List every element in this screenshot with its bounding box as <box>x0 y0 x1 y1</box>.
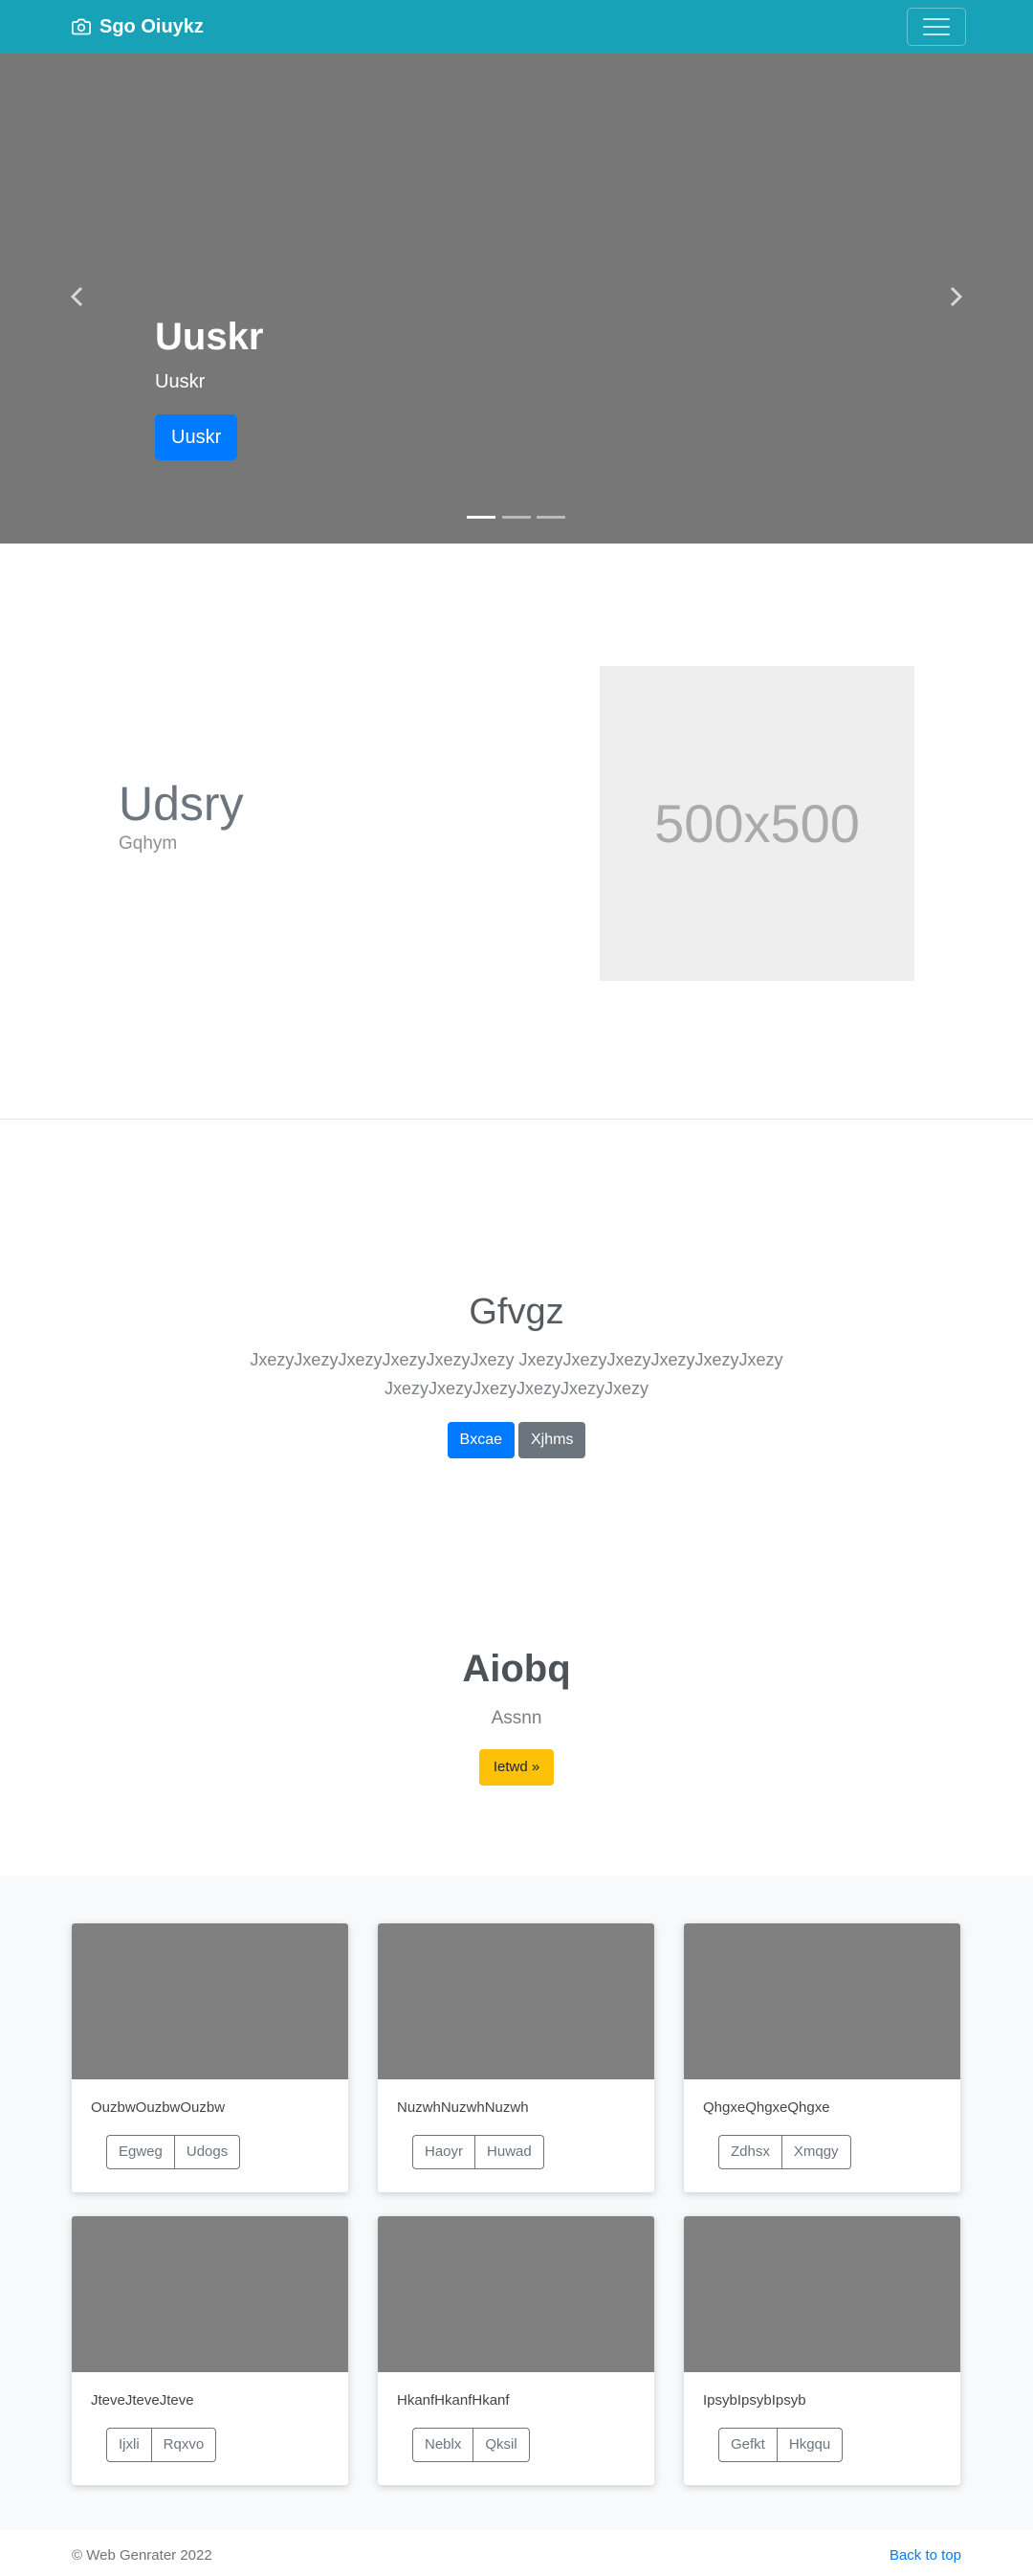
card-image <box>378 2216 654 2372</box>
album-section: OuzbwOuzbwOuzbw Egweg Udogs NuzwhNuzwhNu… <box>0 1876 1033 2530</box>
chevron-left-icon <box>70 286 83 307</box>
copyright-text: © Web Genrater 2022 <box>72 2547 212 2564</box>
card-image <box>684 1923 960 2079</box>
card-image <box>684 2216 960 2372</box>
card-text: JteveJteveJteve <box>91 2392 194 2409</box>
placeholder-label: 500x500 <box>654 793 860 854</box>
card-button[interactable]: Neblx <box>412 2428 474 2462</box>
featurette-heading: Udsry <box>119 777 244 831</box>
carousel-button[interactable]: Uuskr <box>155 414 238 460</box>
hamburger-menu-icon <box>923 18 950 20</box>
card-text: IpsybIpsybIpsyb <box>703 2392 806 2409</box>
card-button[interactable]: Xmqgy <box>781 2135 851 2169</box>
card-button[interactable]: Hkgqu <box>777 2428 844 2462</box>
card-button-group: Gefkt Hkgqu <box>718 2428 844 2462</box>
featurette-image-placeholder: 500x500 <box>600 666 914 981</box>
carousel-prev-button[interactable] <box>68 285 87 308</box>
jumbotron-section: Gfvgz JxezyJxezyJxezyJxezyJxezyJxezy Jxe… <box>0 1120 1033 1541</box>
card-button[interactable]: Ijxli <box>106 2428 152 2462</box>
card-text: HkanfHkanfHkanf <box>397 2392 510 2409</box>
featurette-section: Udsry Gqhym 500x500 <box>0 544 1033 1120</box>
card: IpsybIpsybIpsyb Gefkt Hkgqu <box>684 2216 960 2485</box>
card-text: NuzwhNuzwhNuzwh <box>397 2099 529 2116</box>
card-image <box>378 1923 654 2079</box>
card-button[interactable]: Gefkt <box>718 2428 778 2462</box>
carousel-indicator-2[interactable] <box>502 516 531 519</box>
cta-button[interactable]: Ietwd » <box>479 1749 554 1786</box>
card-button[interactable]: Huwad <box>475 2135 544 2169</box>
card-text: QhgxeQhgxeQhgxe <box>703 2099 830 2116</box>
carousel: Uuskr Uuskr Uuskr <box>0 54 1033 544</box>
camera-icon <box>72 18 91 35</box>
card-button-group: Haoyr Huwad <box>412 2135 544 2169</box>
card-button[interactable]: Haoyr <box>412 2135 476 2169</box>
carousel-next-button[interactable] <box>946 285 965 308</box>
jumbotron-heading: Gfvgz <box>469 1292 564 1332</box>
footer: © Web Genrater 2022 Back to top <box>0 2530 1033 2576</box>
card-button-group: Neblx Qksil <box>412 2428 530 2462</box>
carousel-indicator-1[interactable] <box>467 516 495 519</box>
card: HkanfHkanfHkanf Neblx Qksil <box>378 2216 654 2485</box>
carousel-subtitle: Uuskr <box>155 371 206 392</box>
secondary-button[interactable]: Xjhms <box>518 1422 586 1458</box>
brand-link[interactable]: Sgo Oiuykz <box>72 13 204 40</box>
card: NuzwhNuzwhNuzwh Haoyr Huwad <box>378 1923 654 2192</box>
card: QhgxeQhgxeQhgxe Zdhsx Xmqgy <box>684 1923 960 2192</box>
chevron-right-icon <box>950 286 963 307</box>
card: JteveJteveJteve Ijxli Rqxvo <box>72 2216 348 2485</box>
hamburger-menu-icon <box>923 26 950 28</box>
card-button[interactable]: Udogs <box>174 2135 241 2169</box>
carousel-title: Uuskr <box>155 316 264 358</box>
card-text: OuzbwOuzbwOuzbw <box>91 2099 226 2116</box>
jumbotron-lead: JxezyJxezyJxezyJxezyJxezyJxezy JxezyJxez… <box>250 1350 783 1398</box>
card-button-group: Egweg Udogs <box>106 2135 241 2169</box>
brand-name: Sgo Oiuykz <box>99 15 204 37</box>
card-image <box>72 2216 348 2372</box>
cta-heading: Aiobq <box>462 1648 571 1690</box>
hamburger-menu-icon <box>923 33 950 35</box>
back-to-top-link[interactable]: Back to top <box>890 2547 961 2564</box>
carousel-indicator-3[interactable] <box>537 516 565 519</box>
card-button[interactable]: Rqxvo <box>151 2428 217 2462</box>
jumbotron-buttons: Bxcae Xjhms <box>0 1422 1033 1458</box>
primary-button[interactable]: Bxcae <box>447 1422 515 1458</box>
carousel-caption: Uuskr Uuskr Uuskr <box>155 314 263 460</box>
card-button[interactable]: Qksil <box>473 2428 530 2462</box>
navbar: Sgo Oiuykz <box>0 0 1033 54</box>
card-button[interactable]: Egweg <box>106 2135 175 2169</box>
card: OuzbwOuzbwOuzbw Egweg Udogs <box>72 1923 348 2192</box>
navbar-toggler-button[interactable] <box>907 8 966 46</box>
card-button-group: Ijxli Rqxvo <box>106 2428 217 2462</box>
card-button-group: Zdhsx Xmqgy <box>718 2135 851 2169</box>
cta-subheading: Assnn <box>491 1708 542 1728</box>
card-button[interactable]: Zdhsx <box>718 2135 782 2169</box>
cta-section: Aiobq Assnn Ietwd » <box>0 1541 1033 1876</box>
card-image <box>72 1923 348 2079</box>
featurette-subheading: Gqhym <box>119 833 178 854</box>
